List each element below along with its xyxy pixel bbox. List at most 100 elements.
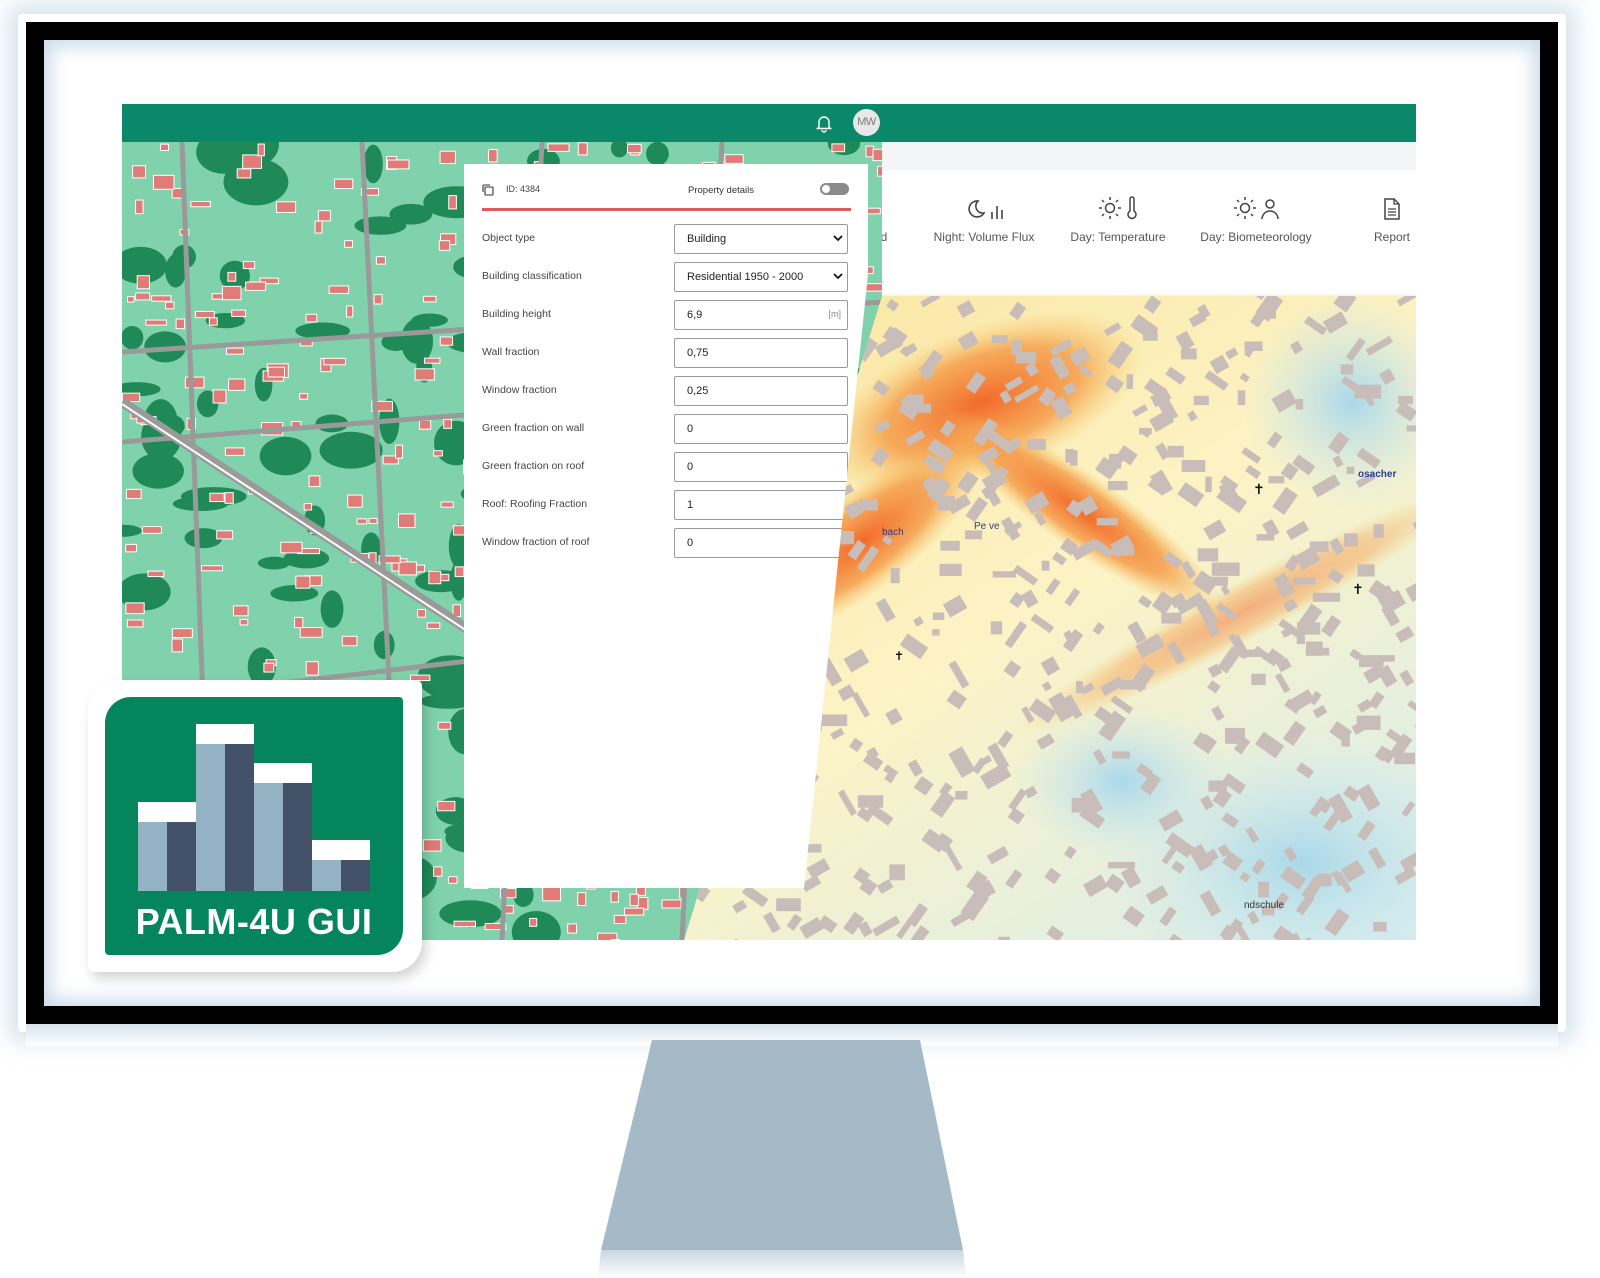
building-footprint <box>1225 728 1245 744</box>
building-footprint <box>341 635 358 647</box>
building-footprint <box>305 313 318 323</box>
building-footprint <box>624 907 645 916</box>
building-footprint <box>221 285 242 301</box>
building-footprint <box>577 892 587 906</box>
building-height-input[interactable]: 6,9 [m] <box>674 300 848 330</box>
thermometer-icon <box>1127 196 1137 220</box>
building-footprint <box>212 389 227 404</box>
building-footprint <box>125 602 145 615</box>
building-footprint <box>613 914 627 924</box>
building-footprint <box>547 143 570 152</box>
building-footprint <box>1127 374 1134 389</box>
tree-canopy <box>354 216 407 235</box>
building-footprint <box>201 565 223 572</box>
logo-bar-light <box>138 822 167 891</box>
building-footprint <box>1065 449 1074 463</box>
field-label: Green fraction on roof <box>482 460 585 472</box>
building-footprint <box>424 357 441 364</box>
map-label-poi: Pe ve <box>974 521 1000 532</box>
building-footprint <box>453 920 476 928</box>
building-footprint <box>334 178 354 190</box>
chevron-down-icon <box>833 273 843 280</box>
building-footprint <box>126 296 135 303</box>
building-footprint <box>397 513 416 528</box>
map-label-street: bach <box>882 527 904 538</box>
wall-fraction-input[interactable]: 0,75 <box>674 338 848 368</box>
building-footprint <box>1347 467 1355 474</box>
building-classification-select[interactable]: Residential 1950 - 2000 <box>674 262 848 292</box>
building-footprint <box>992 335 1008 343</box>
building-footprint <box>567 923 578 934</box>
object-id: ID: 4384 <box>506 184 541 194</box>
building-footprint <box>209 492 225 503</box>
tree-canopy <box>270 585 319 602</box>
field-value: 0 <box>687 537 694 549</box>
building-footprint <box>368 517 378 524</box>
building-footprint <box>211 293 224 300</box>
building-footprint <box>1076 681 1083 693</box>
building-footprint <box>1108 481 1128 490</box>
window-fraction-input[interactable]: 0,25 <box>674 376 848 406</box>
building-footprint <box>448 195 457 210</box>
logo-bar-dark <box>283 783 312 891</box>
building-footprint <box>433 450 443 457</box>
building-footprint <box>487 148 498 163</box>
tree-canopy <box>165 254 187 288</box>
building-footprint <box>610 890 619 903</box>
building-footprint <box>267 366 286 378</box>
building-footprint <box>1194 396 1209 405</box>
building-footprint <box>194 310 215 319</box>
building-footprint <box>165 301 175 310</box>
building-footprint <box>1198 548 1218 561</box>
building-footprint <box>280 541 303 554</box>
tool-label: Day: Biometeorology <box>1200 230 1312 244</box>
toolbar-gap <box>882 142 1416 170</box>
sun-icon <box>1234 197 1256 219</box>
building-footprint <box>426 622 441 630</box>
building-footprint <box>347 494 363 508</box>
building-footprint <box>597 932 618 940</box>
tool-night-volume-flux[interactable]: Night: Volume Flux <box>924 194 1044 244</box>
field-row: Roof: Roofing Fraction 1 <box>482 490 862 522</box>
tool-label: Report <box>1373 230 1411 244</box>
green-fraction-on-roof-input[interactable]: 0 <box>674 452 848 482</box>
field-value: 1 <box>687 499 694 511</box>
tool-day-biometeorology[interactable]: Day: Biometeorology <box>1188 194 1324 244</box>
building-footprint <box>295 575 311 589</box>
logo-text: PALM-4U GUI <box>135 901 373 942</box>
building-footprint <box>125 488 142 500</box>
building-footprint <box>1182 460 1206 472</box>
stand-reflection <box>598 1250 966 1278</box>
user-avatar[interactable]: MW <box>853 109 880 136</box>
panel-header: ID: 4384 Property details <box>482 182 852 204</box>
analysis-toolbar: nd Night: Volume Flux Day: Temperature D… <box>882 170 1416 294</box>
building-footprint <box>1306 642 1323 656</box>
building-footprint <box>724 154 744 164</box>
window-fraction-of-roof-input[interactable]: 0 <box>674 528 848 558</box>
green-fraction-on-wall-input[interactable]: 0 <box>674 414 848 444</box>
building-footprint <box>955 791 967 800</box>
building-footprint <box>422 839 442 852</box>
tool-day-temperature[interactable]: Day: Temperature <box>1058 194 1178 244</box>
tool-report[interactable]: Report <box>1352 194 1416 244</box>
building-footprint <box>1168 446 1184 458</box>
logo-bar-dark <box>167 822 196 891</box>
building-footprint <box>228 378 246 391</box>
building-footprint <box>1297 629 1305 645</box>
field-row: Green fraction on wall 0 <box>482 414 862 446</box>
building-footprint <box>323 357 347 366</box>
logo-bar-dark <box>225 744 254 891</box>
object-type-select[interactable]: Building <box>674 224 848 254</box>
building-footprint <box>275 201 297 213</box>
building-footprint <box>375 256 386 265</box>
tree-canopy <box>122 325 144 350</box>
property-details-toggle[interactable] <box>820 183 849 195</box>
building-footprint <box>232 605 249 617</box>
building-footprint <box>1205 477 1211 492</box>
bell-icon[interactable] <box>814 113 834 133</box>
roof-roofing-fraction-input[interactable]: 1 <box>674 490 848 520</box>
building-footprint <box>1341 735 1349 747</box>
field-label: Green fraction on wall <box>482 422 585 434</box>
copy-icon[interactable] <box>482 184 494 196</box>
building-footprint <box>224 492 234 504</box>
